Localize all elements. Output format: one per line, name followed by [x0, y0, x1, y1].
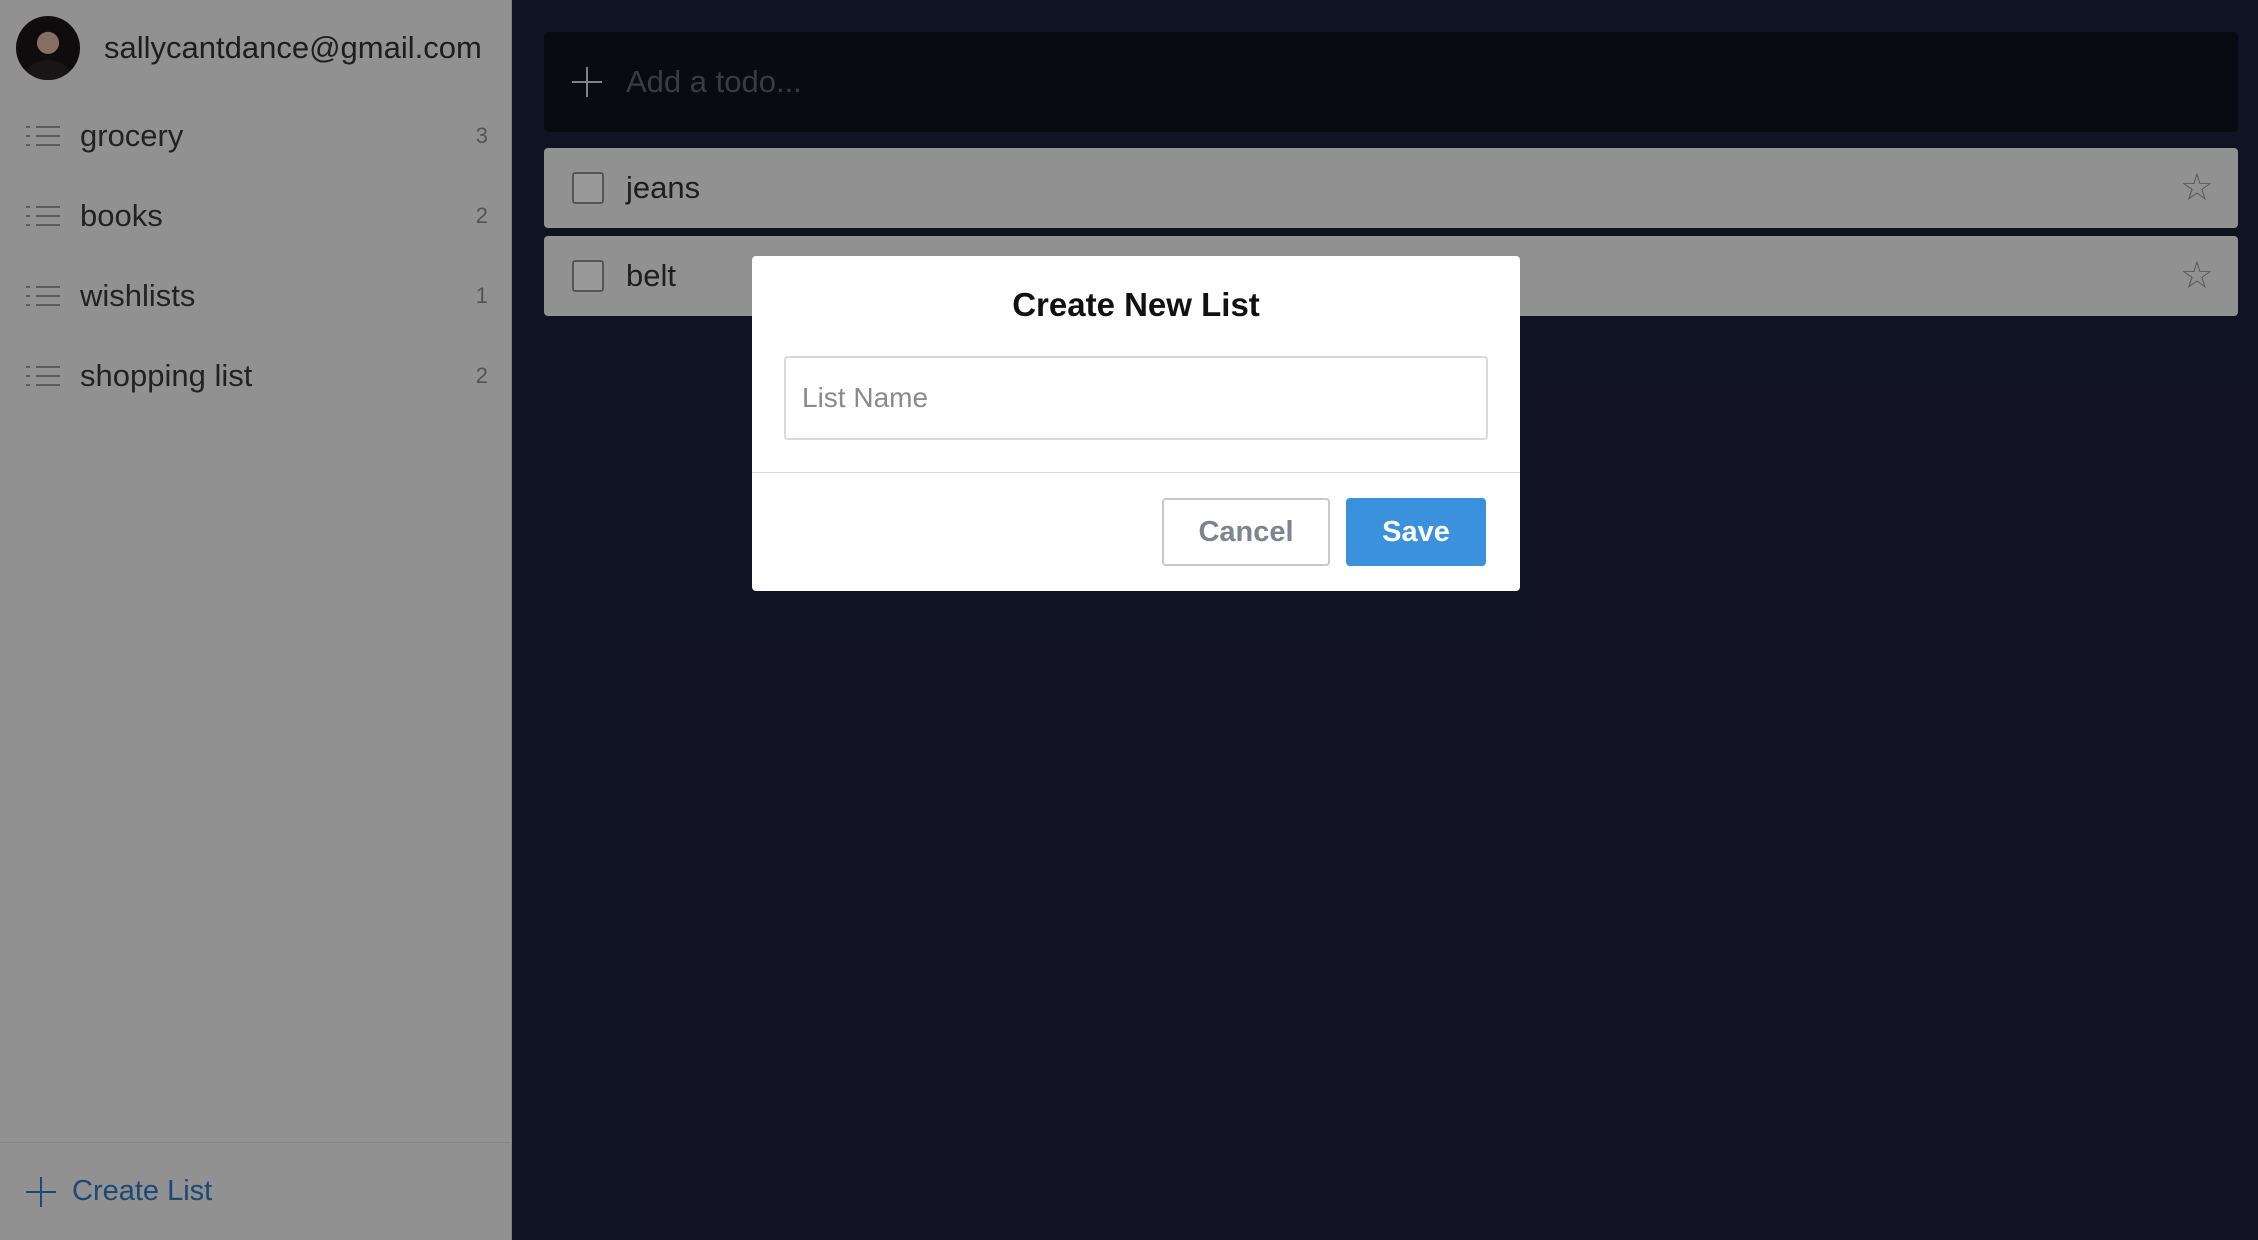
cancel-button[interactable]: Cancel [1162, 498, 1330, 566]
dialog-title: Create New List [1012, 286, 1260, 323]
create-list-dialog: Create New List Cancel Save [752, 256, 1520, 591]
modal-overlay[interactable] [0, 0, 2258, 1240]
save-button[interactable]: Save [1346, 498, 1486, 566]
divider [752, 472, 1520, 473]
list-name-input[interactable] [784, 356, 1488, 440]
